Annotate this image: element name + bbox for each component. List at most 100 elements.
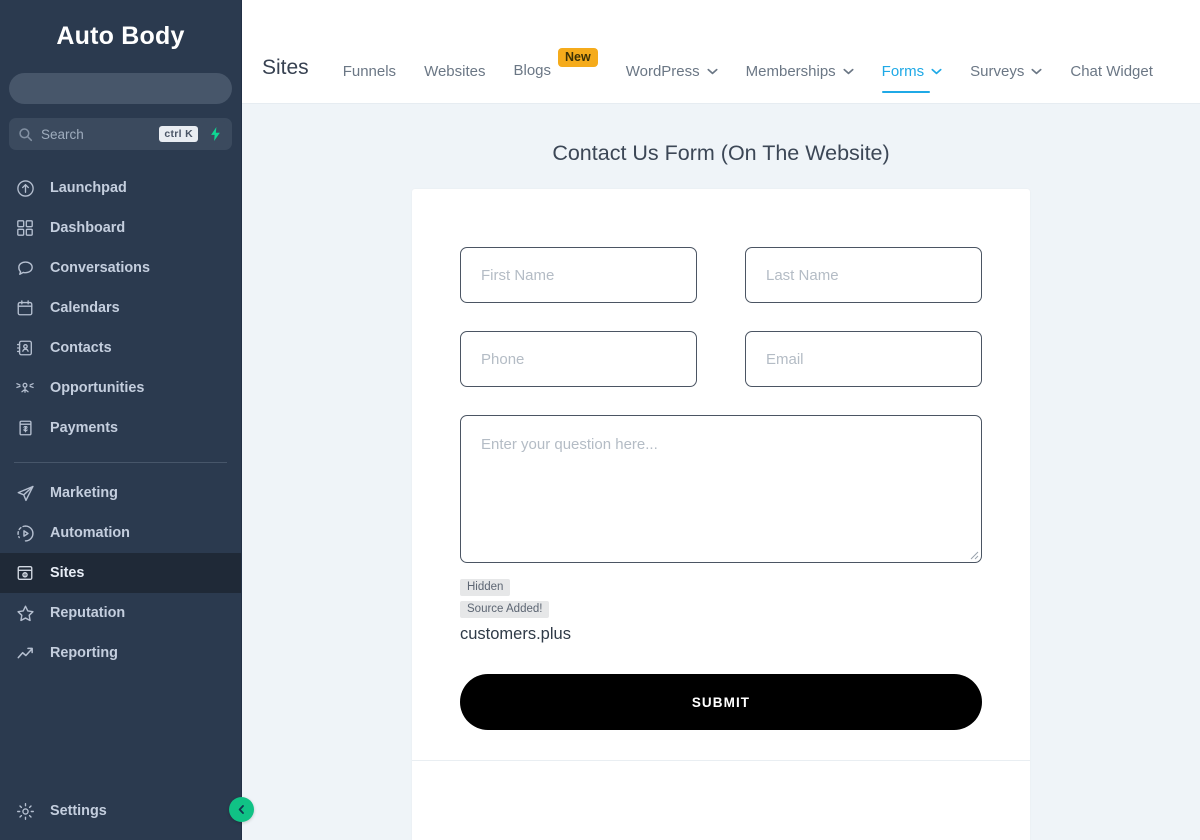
sidebar-item-label: Sites	[50, 565, 85, 581]
account-switcher[interactable]	[9, 73, 232, 104]
search-icon	[18, 127, 33, 142]
contacts-book-icon	[14, 337, 36, 359]
sidebar-item-contacts[interactable]: Contacts	[0, 328, 241, 368]
sidebar-item-label: Settings	[50, 803, 107, 819]
source-value: customers.plus	[460, 625, 571, 643]
chat-bubble-icon	[14, 257, 36, 279]
tab-label: Chat Widget	[1070, 63, 1153, 80]
email-input[interactable]	[745, 331, 982, 387]
opportunities-icon	[14, 377, 36, 399]
new-badge: New	[558, 48, 598, 67]
sidebar-item-label: Marketing	[50, 485, 118, 501]
trending-up-icon	[14, 642, 36, 664]
source-added-badge: Source Added!	[460, 601, 550, 618]
tab-label: Surveys	[970, 63, 1025, 80]
search-input[interactable]: Search	[41, 127, 159, 142]
brand-title: Auto Body	[56, 22, 185, 50]
sidebar-search[interactable]: Search ctrl K	[9, 118, 232, 150]
chevron-down-icon	[931, 68, 942, 75]
sidebar-item-payments[interactable]: Payments	[0, 408, 241, 448]
last-name-field-wrap	[745, 247, 982, 303]
sidebar-item-label: Payments	[50, 420, 118, 436]
phone-field-wrap	[460, 331, 697, 387]
sidebar-item-automation[interactable]: Automation	[0, 513, 241, 553]
sidebar-item-calendars[interactable]: Calendars	[0, 288, 241, 328]
sidebar-item-label: Contacts	[50, 340, 112, 356]
sidebar-nav: Launchpad Dashboard Conversations Calend…	[0, 168, 241, 673]
search-shortcut-badge: ctrl K	[159, 126, 198, 142]
form-card: Hidden Source Added! customers.plus SUBM…	[412, 189, 1030, 840]
sidebar-divider	[14, 462, 227, 463]
sidebar-item-launchpad[interactable]: Launchpad	[0, 168, 241, 208]
paper-plane-icon	[14, 482, 36, 504]
sidebar-item-dashboard[interactable]: Dashboard	[0, 208, 241, 248]
sidebar: Auto Body Search ctrl K Launchpad Dashbo…	[0, 0, 242, 840]
topbar-tabs: Funnels Websites Blogs New WordPress Mem…	[343, 0, 1181, 103]
sidebar-item-label: Reputation	[50, 605, 126, 621]
sidebar-item-label: Calendars	[50, 300, 120, 316]
page-title: Sites	[262, 56, 309, 79]
first-name-field-wrap	[460, 247, 697, 303]
sidebar-item-label: Conversations	[50, 260, 150, 276]
last-name-input[interactable]	[745, 247, 982, 303]
tab-forms[interactable]: Forms	[881, 63, 943, 103]
tab-chat-widget[interactable]: Chat Widget	[1070, 63, 1153, 103]
tab-label: Funnels	[342, 63, 397, 80]
source-chip-row: Source Added!	[460, 599, 982, 621]
sidebar-item-reputation[interactable]: Reputation	[0, 593, 241, 633]
bolt-icon[interactable]	[202, 121, 228, 147]
question-field-wrap	[460, 415, 982, 563]
chevron-down-icon	[1031, 68, 1042, 75]
hidden-field-block: Hidden Source Added! customers.plus	[460, 577, 982, 644]
tab-wordpress[interactable]: WordPress	[626, 63, 718, 103]
launchpad-icon	[14, 177, 36, 199]
dashboard-icon	[14, 217, 36, 239]
tab-surveys[interactable]: Surveys	[970, 63, 1042, 103]
email-field-wrap	[745, 331, 982, 387]
tab-funnels[interactable]: Funnels	[343, 63, 396, 103]
hidden-chip-row: Hidden	[460, 577, 982, 599]
sidebar-item-reporting[interactable]: Reporting	[0, 633, 241, 673]
main-area: Sites Funnels Websites Blogs New WordPre…	[242, 0, 1200, 840]
tab-label: Blogs	[513, 62, 552, 79]
tab-blogs[interactable]: Blogs New	[513, 48, 598, 103]
sidebar-item-opportunities[interactable]: Opportunities	[0, 368, 241, 408]
submit-button[interactable]: SUBMIT	[460, 674, 982, 730]
phone-input[interactable]	[460, 331, 697, 387]
app-root: Auto Body Search ctrl K Launchpad Dashbo…	[0, 0, 1200, 840]
question-textarea[interactable]	[460, 415, 982, 563]
sidebar-item-sites[interactable]: Sites	[0, 553, 241, 593]
tab-label: Memberships	[745, 63, 836, 80]
form-title: Contact Us Form (On The Website)	[552, 141, 890, 165]
form-preview-area: Contact Us Form (On The Website) First N…	[242, 104, 1200, 840]
name-row	[460, 247, 982, 303]
chevron-down-icon	[707, 68, 718, 75]
tab-websites[interactable]: Websites	[424, 63, 485, 103]
tab-label: Websites	[424, 63, 486, 80]
sidebar-item-conversations[interactable]: Conversations	[0, 248, 241, 288]
gear-icon	[14, 800, 36, 822]
card-separator	[412, 760, 1030, 761]
sidebar-item-label: Dashboard	[50, 220, 126, 236]
tab-memberships[interactable]: Memberships	[746, 63, 854, 103]
chevron-left-icon	[235, 803, 248, 816]
sidebar-item-marketing[interactable]: Marketing	[0, 473, 241, 513]
sidebar-footer: Settings	[0, 791, 241, 840]
first-name-input[interactable]	[460, 247, 697, 303]
chevron-down-icon	[843, 68, 854, 75]
sidebar-collapse-button[interactable]	[229, 797, 254, 822]
sidebar-item-label: Opportunities	[50, 380, 145, 396]
browser-window-icon	[14, 562, 36, 584]
hidden-badge: Hidden	[460, 579, 511, 596]
play-circle-icon	[14, 522, 36, 544]
contact-row	[460, 331, 982, 387]
topbar: Sites Funnels Websites Blogs New WordPre…	[242, 0, 1200, 104]
sidebar-item-label: Automation	[50, 525, 130, 541]
sidebar-item-label: Reporting	[50, 645, 118, 661]
sidebar-item-settings[interactable]: Settings	[0, 791, 241, 831]
tab-label: WordPress	[625, 63, 700, 80]
tab-label: Forms	[881, 63, 925, 80]
payments-icon	[14, 417, 36, 439]
sidebar-item-label: Launchpad	[50, 180, 127, 196]
